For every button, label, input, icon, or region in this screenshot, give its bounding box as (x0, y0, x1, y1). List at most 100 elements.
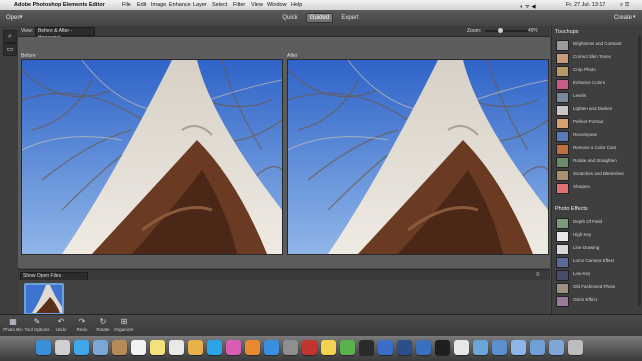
tab-expert[interactable]: Expert (338, 13, 362, 23)
guided-item-perfect-portrait[interactable]: Perfect Portrait (556, 117, 640, 129)
guided-panel: Touchups Brightness and Contrast Correct… (551, 26, 642, 314)
photo-bin (18, 280, 550, 315)
trash-folder-icon[interactable] (511, 340, 526, 355)
appstore-icon[interactable] (264, 340, 279, 355)
guided-item-recompose[interactable]: Recompose (556, 130, 640, 142)
filezilla-icon[interactable] (302, 340, 317, 355)
mac-dock (0, 336, 642, 361)
guided-item-line-drawing[interactable]: Line Drawing (556, 243, 640, 255)
orton-effect-icon (556, 296, 569, 307)
depth-of-field-icon (556, 218, 569, 229)
guided-item-depth-of-field[interactable]: Depth Of Field (556, 217, 640, 229)
scratches-blemishes-icon (556, 170, 569, 181)
contacts-icon[interactable] (112, 340, 127, 355)
before-photo[interactable] (21, 59, 283, 255)
ibooks-icon[interactable] (245, 340, 260, 355)
app-name-menu[interactable]: Adobe Photoshop Elements Editor (14, 2, 105, 8)
finder-icon[interactable] (36, 340, 51, 355)
downloads-icon[interactable] (530, 340, 545, 355)
messages-icon[interactable] (340, 340, 355, 355)
lighten-darken-icon (556, 105, 569, 116)
xcode-icon[interactable] (492, 340, 507, 355)
line-drawing-icon (556, 244, 569, 255)
guided-item-sharpen[interactable]: Sharpen (556, 182, 640, 194)
guided-item-levels[interactable]: Levels (556, 91, 640, 103)
rotate-straighten-icon (556, 157, 569, 168)
top-bar: Open ▾ Quick Guided Expert Create ▾ (0, 10, 642, 27)
organizer-icon[interactable] (416, 340, 431, 355)
open-button[interactable]: Open (6, 15, 21, 21)
photo-bin-button[interactable]: ▦ Photo Bin (0, 317, 26, 332)
guided-item-lighten-darken[interactable]: Lighten and Darken (556, 104, 640, 116)
photoshop-elements-icon[interactable] (397, 340, 412, 355)
guided-item-crop-photo[interactable]: Crop Photo (556, 65, 640, 77)
spotify-icon[interactable] (359, 340, 374, 355)
menu-window[interactable]: Window (267, 2, 287, 8)
editor-icon[interactable] (378, 340, 393, 355)
hand-tool-icon[interactable]: ▭ (3, 43, 17, 56)
menu-image[interactable]: Image (151, 2, 166, 8)
zoom-tool-icon[interactable]: ⌕ (3, 30, 17, 43)
create-button[interactable]: Create (614, 15, 632, 21)
tree-photo-after (288, 60, 548, 254)
menu-help[interactable]: Help (291, 2, 302, 8)
guided-item-rotate-straighten[interactable]: Rotate and Straighten (556, 156, 640, 168)
bin-menu-icon[interactable]: ≡ (536, 272, 540, 278)
tab-quick[interactable]: Quick (279, 13, 301, 23)
menu-edit[interactable]: Edit (137, 2, 146, 8)
menu-filter[interactable]: Filter (233, 2, 245, 8)
textedit-icon[interactable] (454, 340, 469, 355)
status-icons[interactable]: ◐ ᯤ ◀ (520, 2, 536, 10)
open-dropdown-icon[interactable]: ▾ (20, 14, 23, 20)
menu-enhance[interactable]: Enhance (169, 2, 191, 8)
high-key-icon (556, 231, 569, 242)
photo-thumbnail[interactable] (24, 283, 64, 315)
itunes-icon[interactable] (226, 340, 241, 355)
create-dropdown-icon[interactable]: ▾ (633, 14, 636, 20)
zoom-slider-handle[interactable] (498, 28, 503, 33)
menu-select[interactable]: Select (212, 2, 227, 8)
guided-item-high-key[interactable]: High Key (556, 230, 640, 242)
preview-icon[interactable] (473, 340, 488, 355)
menu-layer[interactable]: Layer (193, 2, 207, 8)
guided-item-scratches-blemishes[interactable]: Scratches and Blemishes (556, 169, 640, 181)
skype-icon[interactable] (207, 340, 222, 355)
low-key-icon (556, 270, 569, 281)
recompose-icon (556, 131, 569, 142)
guided-item-remove-color-cast[interactable]: Remove a Color Cast (556, 143, 640, 155)
zoom-label: Zoom: (467, 28, 482, 34)
guided-item-brightness-contrast[interactable]: Brightness and Contrast (556, 39, 640, 51)
guided-item-lomo-camera-effect[interactable]: Lomo Camera Effect (556, 256, 640, 268)
notes-icon[interactable] (150, 340, 165, 355)
photos-icon[interactable] (188, 340, 203, 355)
guided-item-orton-effect[interactable]: Orton Effect (556, 295, 640, 307)
stickies-icon[interactable] (321, 340, 336, 355)
tab-guided[interactable]: Guided (306, 13, 333, 23)
organizer-button[interactable]: ⊞ Organizer (111, 317, 137, 332)
enhance-colors-icon (556, 79, 569, 90)
levels-icon (556, 92, 569, 103)
trash-icon[interactable] (568, 340, 583, 355)
view-select[interactable]: Before & After - Horizontal (35, 27, 95, 41)
guided-item-correct-skin-tones[interactable]: Correct Skin Tones (556, 52, 640, 64)
reminders-icon[interactable] (169, 340, 184, 355)
guided-item-old-fashioned-photo[interactable]: Old Fashioned Photo (556, 282, 640, 294)
section-photo-effects-title: Photo Effects (555, 206, 588, 212)
sharpen-icon (556, 183, 569, 194)
documents-icon[interactable] (549, 340, 564, 355)
guided-item-enhance-colors[interactable]: Enhance Colors (556, 78, 640, 90)
guided-item-low-key[interactable]: Low Key (556, 269, 640, 281)
mail-icon[interactable] (93, 340, 108, 355)
preferences-icon[interactable] (283, 340, 298, 355)
menubar-clock[interactable]: Fr. 27 Jul. 13:17 (566, 2, 605, 8)
safari-icon[interactable] (74, 340, 89, 355)
menu-file[interactable]: File (122, 2, 131, 8)
spotlight-icon[interactable]: ⌕ ☰ (620, 2, 630, 9)
terminal-icon[interactable] (435, 340, 450, 355)
after-photo[interactable] (287, 59, 549, 255)
calendar-icon[interactable] (131, 340, 146, 355)
tool-options-button[interactable]: ✎ Tool Options (24, 317, 50, 332)
perfect-portrait-icon (556, 118, 569, 129)
menu-view[interactable]: View (251, 2, 263, 8)
launchpad-icon[interactable] (55, 340, 70, 355)
